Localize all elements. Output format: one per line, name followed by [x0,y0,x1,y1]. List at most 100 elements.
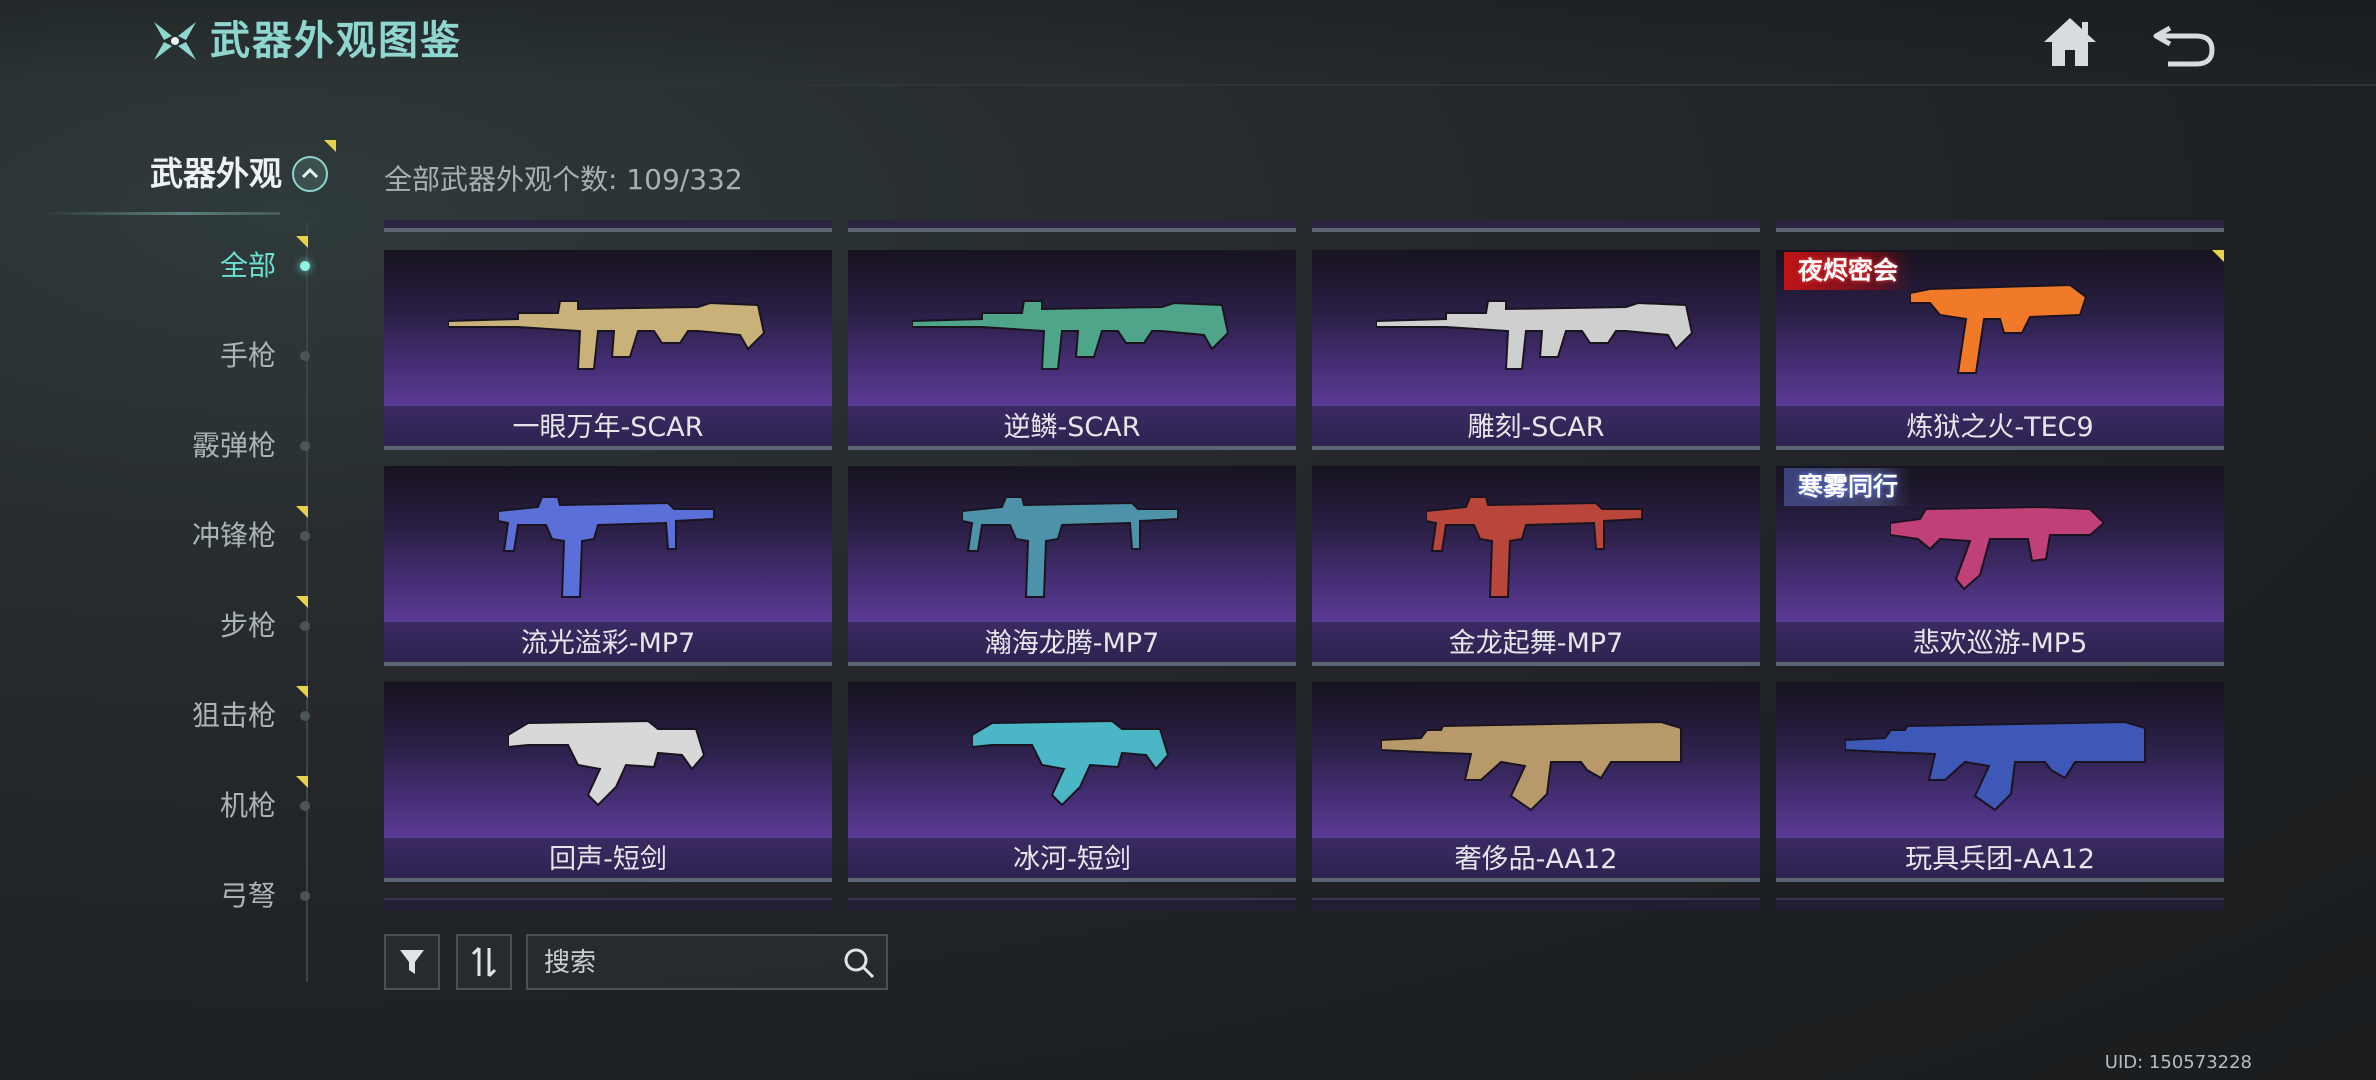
partial-card [1312,220,1760,232]
weapon-art [848,682,1296,838]
sidebar-item[interactable]: 手枪 [150,326,320,386]
weapon-skin-name: 雕刻-SCAR [1467,412,1605,443]
new-flag [296,236,308,248]
name-bar: 炼狱之火-TEC9 [1776,406,2224,450]
sidebar-item[interactable]: 机枪 [150,776,320,836]
sort-button[interactable] [456,934,512,990]
nav-dot [300,621,310,631]
search-box [526,934,888,990]
mp7-smg-icon [498,496,715,598]
aa12-shotgun-icon [1381,720,1682,812]
sidebar-item[interactable]: 全部 [150,236,320,296]
search-icon[interactable] [842,946,876,980]
weapon-art: 夜烬密会 [1776,250,2224,406]
new-flag [296,776,308,788]
nav-dot [300,261,310,271]
scar-rifle-icon [448,300,766,370]
event-badge: 寒雾同行 [1784,468,1913,506]
weapon-art [384,682,832,838]
vector-smg-icon [972,719,1170,807]
weapon-skin-name: 逆鳞-SCAR [1003,412,1141,443]
weapon-skin-name: 炼狱之火-TEC9 [1906,412,2094,443]
name-bar: 奢侈品-AA12 [1312,838,1760,882]
weapon-art [848,250,1296,406]
skin-count: 全部武器外观个数: 109/332 [384,163,743,196]
new-flag [324,140,336,152]
event-badge: 夜烬密会 [1784,252,1913,290]
sidebar-item[interactable]: 弓弩 [150,866,320,926]
mp7-smg-icon [962,496,1179,598]
weapon-skin-card[interactable]: 奢侈品-AA12 [1312,682,1760,882]
weapon-skin-card[interactable]: 夜烬密会炼狱之火-TEC9 [1776,250,2224,450]
scar-rifle-icon [912,300,1230,370]
nav-dot [300,531,310,541]
weapon-art [1312,250,1760,406]
search-input[interactable] [544,944,814,982]
home-button[interactable] [2040,14,2100,70]
name-bar: 瀚海龙腾-MP7 [848,622,1296,666]
sidebar-item-label: 冲锋枪 [191,519,276,552]
nav-dot [300,351,310,361]
sidebar-item[interactable]: 霰弹枪 [150,416,320,476]
weapon-skin-name: 一眼万年-SCAR [512,412,704,443]
new-flag [296,506,308,518]
weapon-skin-name: 奢侈品-AA12 [1454,844,1618,875]
skin-grid: 一眼万年-SCAR 逆鳞-SCAR 雕刻-SCAR 夜烬密会炼狱之火-TEC9 流光溢彩… [384,210,2226,910]
weapon-skin-card[interactable]: 流光溢彩-MP7 [384,466,832,666]
sidebar-item-label: 步枪 [219,609,276,642]
section-title: 武器外观 [150,154,282,193]
name-bar: 一眼万年-SCAR [384,406,832,450]
weapon-skin-card[interactable]: 寒雾同行悲欢巡游-MP5 [1776,466,2224,666]
weapon-skin-section-header[interactable]: 武器外观 [110,140,336,202]
weapon-art [1312,466,1760,622]
sidebar-item[interactable]: 冲锋枪 [150,506,320,566]
weapon-skin-card[interactable]: 玩具兵团-AA12 [1776,682,2224,882]
name-bar: 悲欢巡游-MP5 [1776,622,2224,666]
name-bar: 回声-短剑 [384,838,832,882]
sidebar-item[interactable]: 狙击枪 [150,686,320,746]
top-bar: 武器外观图鉴 [0,0,2376,86]
filter-icon [400,950,424,974]
weapon-skin-name: 瀚海龙腾-MP7 [984,628,1160,659]
weapon-skin-name: 流光溢彩-MP7 [520,628,696,659]
sidebar-item-label: 机枪 [219,789,276,822]
weapon-art [1312,682,1760,838]
nav-dot [300,441,310,451]
back-arrow-icon [2153,25,2215,67]
collapse-button[interactable] [292,156,328,192]
chevron-up-icon [301,167,319,179]
back-button[interactable] [2148,14,2220,70]
new-flag [296,686,308,698]
weapon-skin-card[interactable]: 雕刻-SCAR [1312,250,1760,450]
weapon-art: 寒雾同行 [1776,466,2224,622]
weapon-skin-card[interactable]: 金龙起舞-MP7 [1312,466,1760,666]
sort-icon [471,946,497,978]
home-icon [2044,18,2096,66]
weapon-skin-card[interactable]: 逆鳞-SCAR [848,250,1296,450]
sidebar-item-label: 霰弹枪 [191,429,276,462]
vector-smg-icon [508,719,706,807]
nav-divider [40,212,280,215]
sidebar-item[interactable]: 步枪 [150,596,320,656]
sidebar-item-label: 手枪 [219,339,276,372]
name-bar: 流光溢彩-MP7 [384,622,832,666]
sidebar-item-label: 全部 [219,249,276,282]
partial-card [848,898,1296,910]
weapon-skin-name: 玩具兵团-AA12 [1905,844,2095,875]
nav-dot [300,711,310,721]
name-bar: 逆鳞-SCAR [848,406,1296,450]
weapon-art [384,250,832,406]
weapon-skin-card[interactable]: 瀚海龙腾-MP7 [848,466,1296,666]
weapon-skin-card[interactable]: 冰河-短剑 [848,682,1296,882]
weapon-skin-card[interactable]: 回声-短剑 [384,682,832,882]
partial-card [848,220,1296,232]
weapon-art [384,466,832,622]
user-id: UID: 150573228 [2104,1052,2252,1073]
page-title: 武器外观图鉴 [210,18,462,64]
weapon-skin-card[interactable]: 一眼万年-SCAR [384,250,832,450]
partial-card [384,220,832,232]
partial-card [384,898,832,910]
weapon-skin-name: 悲欢巡游-MP5 [1912,628,2088,659]
name-bar: 玩具兵团-AA12 [1776,838,2224,882]
filter-button[interactable] [384,934,440,990]
